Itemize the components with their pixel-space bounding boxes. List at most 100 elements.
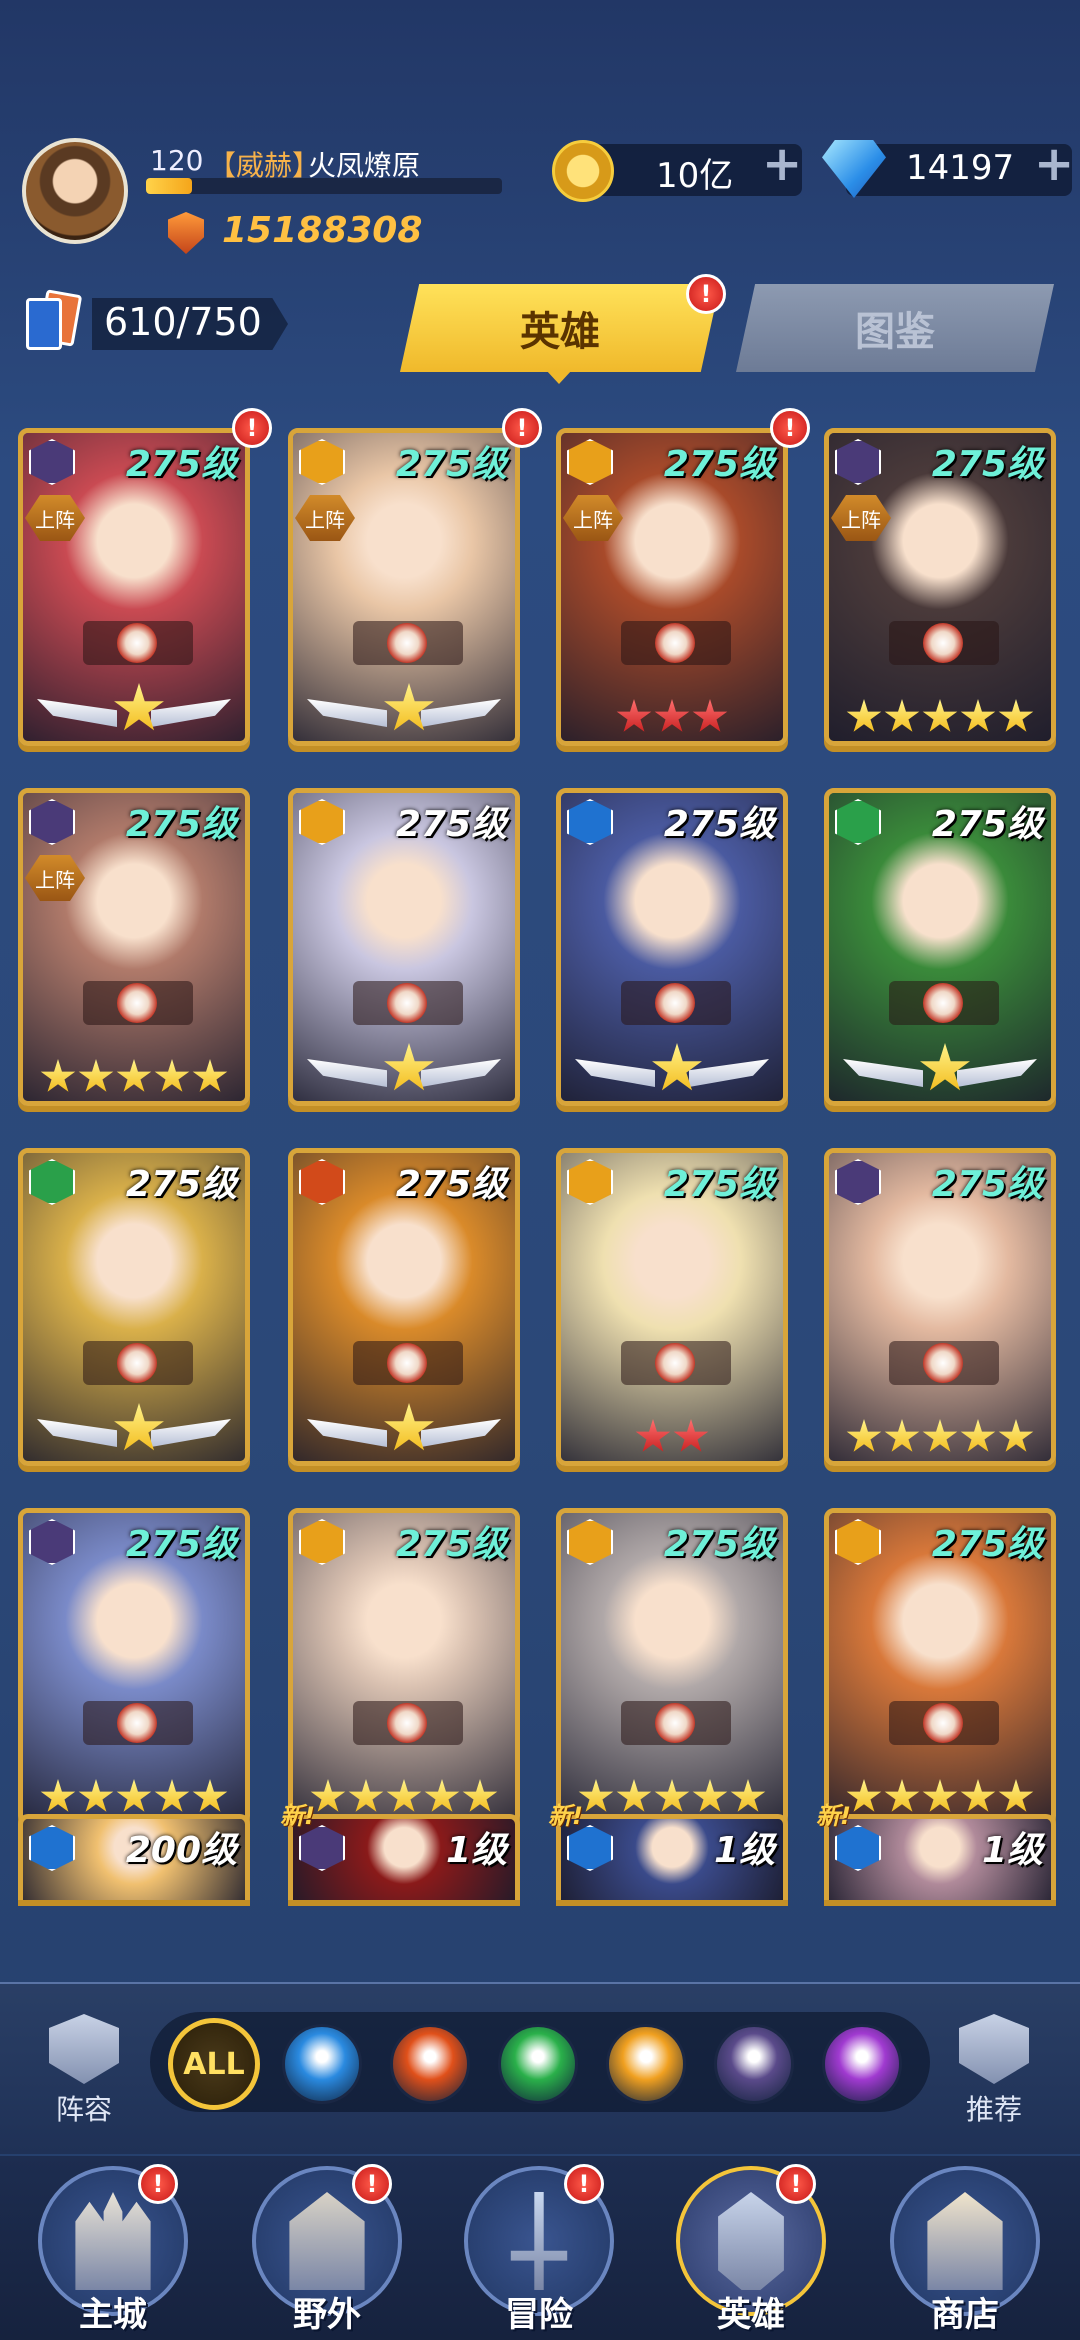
- tab-heroes[interactable]: 英雄: [400, 284, 720, 372]
- star-icon: [846, 1419, 882, 1452]
- lineup-button[interactable]: 阵容: [34, 2014, 134, 2128]
- hero-emblem-icon: [353, 1341, 463, 1385]
- player-info: 120 【威赫】 火凤燎原: [146, 140, 502, 194]
- nav-shop[interactable]: 商店: [880, 2166, 1050, 2336]
- new-hero-tag: 新!: [816, 1802, 851, 1830]
- star-icon: [154, 1779, 190, 1812]
- hero-emblem-icon: [83, 1341, 193, 1385]
- tab-heroes-badge: !: [686, 274, 726, 314]
- hero-emblem-icon: [889, 621, 999, 665]
- nav-label: 商店: [931, 2295, 999, 2335]
- nav-knight-helmet[interactable]: 英雄!: [666, 2164, 836, 2336]
- hero-alert-badge: !: [502, 408, 542, 448]
- shield-icon: [49, 2014, 119, 2084]
- star-icon: [616, 699, 652, 732]
- filter-water-faction-button[interactable]: [282, 2024, 362, 2104]
- star-icon: [40, 1779, 76, 1812]
- hero-card[interactable]: 275级: [288, 1148, 520, 1466]
- star-icon: [922, 1779, 958, 1812]
- hero-card[interactable]: 275级 上阵: [18, 428, 250, 746]
- recommend-label: 推荐: [965, 2093, 1022, 2126]
- hero-card[interactable]: 275级 上阵: [288, 428, 520, 746]
- thumbs-up-icon: [959, 2014, 1029, 2084]
- star-icon: [884, 1779, 920, 1812]
- filter-all-button[interactable]: ALL: [168, 2018, 260, 2110]
- hero-card[interactable]: 275级: [288, 1508, 520, 1826]
- hero-card[interactable]: 275级: [824, 1508, 1056, 1826]
- hero-level: 275级: [125, 804, 237, 845]
- nav-sword[interactable]: 冒险!: [454, 2164, 624, 2336]
- star-icon: [424, 1779, 460, 1812]
- star-rating: [561, 1779, 783, 1815]
- combat-power-value: 15188308: [222, 210, 423, 251]
- player-avatar[interactable]: [22, 138, 128, 244]
- star-icon: [116, 1779, 152, 1812]
- star-rating: [23, 1059, 245, 1095]
- new-hero-tag: 新!: [548, 1802, 583, 1830]
- hero-cards-icon: [24, 289, 86, 354]
- star-icon: [192, 1779, 228, 1812]
- hero-emblem-icon: [83, 1701, 193, 1745]
- hero-card[interactable]: 275级: [556, 1508, 788, 1826]
- filter-fire-faction-button[interactable]: [390, 2024, 470, 2104]
- hero-card[interactable]: 275级 上阵: [556, 428, 788, 746]
- nav-alert-badge: !: [564, 2164, 604, 2204]
- star-icon: [78, 1779, 114, 1812]
- nav-castle[interactable]: 主城!: [28, 2164, 198, 2336]
- filter-wind-faction-button[interactable]: [498, 2024, 578, 2104]
- nav-alert-badge: !: [138, 2164, 178, 2204]
- star-icon: [884, 1419, 920, 1452]
- nav-label: 野外: [293, 2295, 361, 2335]
- hero-level: 275级: [931, 1524, 1043, 1565]
- player-level: 120: [150, 144, 204, 177]
- hero-level: 275级: [931, 444, 1043, 485]
- hero-level: 275级: [395, 444, 507, 485]
- hero-card[interactable]: 275级: [288, 788, 520, 1106]
- hero-card[interactable]: 275级: [18, 1508, 250, 1826]
- hero-emblem-icon: [353, 1701, 463, 1745]
- star-icon: [154, 1059, 190, 1092]
- star-icon: [692, 699, 728, 732]
- tab-codex[interactable]: 图鉴: [736, 284, 1054, 372]
- star-icon: [922, 699, 958, 732]
- hero-level: 1级: [445, 1830, 507, 1871]
- add-gem-button[interactable]: +: [1034, 136, 1074, 192]
- hero-card[interactable]: 275级 上阵: [824, 428, 1056, 746]
- star-icon: [922, 1419, 958, 1452]
- star-icon: [960, 1779, 996, 1812]
- add-gold-button[interactable]: +: [762, 136, 802, 192]
- hero-card[interactable]: 275级 上阵: [18, 788, 250, 1106]
- star-icon: [998, 1779, 1034, 1812]
- hero-card[interactable]: 1级: [824, 1814, 1056, 1900]
- hero-card[interactable]: 1级: [556, 1814, 788, 1900]
- xp-bar-fill: [146, 178, 193, 194]
- star-icon: [692, 1779, 728, 1812]
- roster-count: 610/750: [104, 300, 262, 344]
- nav-portal[interactable]: 野外!: [242, 2164, 412, 2336]
- lineup-label: 阵容: [55, 2093, 112, 2126]
- hero-level: 275级: [663, 444, 775, 485]
- hero-level: 1级: [981, 1830, 1043, 1871]
- xp-bar: [146, 178, 502, 194]
- hero-card[interactable]: 275级: [18, 1148, 250, 1466]
- hero-level: 275级: [125, 1164, 237, 1205]
- hero-card[interactable]: 275级: [556, 788, 788, 1106]
- hero-level: 275级: [931, 1164, 1043, 1205]
- tab-pointer: [546, 370, 572, 384]
- hero-card[interactable]: 275级: [824, 788, 1056, 1106]
- hero-card[interactable]: 1级: [288, 1814, 520, 1900]
- filter-light-faction-button[interactable]: [606, 2024, 686, 2104]
- star-icon: [116, 1059, 152, 1092]
- star-icon: [348, 1779, 384, 1812]
- hero-card[interactable]: 275级: [824, 1148, 1056, 1466]
- hero-card[interactable]: 275级: [556, 1148, 788, 1466]
- filter-dark-faction-button[interactable]: [714, 2024, 794, 2104]
- star-icon: [310, 1779, 346, 1812]
- hero-level: 275级: [125, 444, 237, 485]
- hero-card[interactable]: 200级: [18, 1814, 250, 1900]
- star-icon: [998, 1419, 1034, 1452]
- hero-emblem-icon: [889, 1341, 999, 1385]
- recommend-button[interactable]: 推荐: [944, 2014, 1044, 2128]
- star-icon: [846, 699, 882, 732]
- filter-arcane-faction-button[interactable]: [822, 2024, 902, 2104]
